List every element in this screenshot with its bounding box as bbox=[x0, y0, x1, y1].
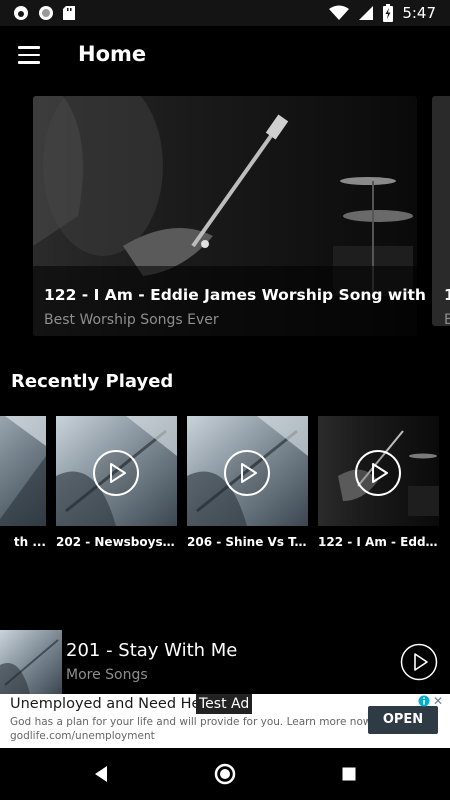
page-title: Home bbox=[78, 42, 147, 66]
recent-item-label: 122 - I Am - Edd... bbox=[318, 535, 439, 549]
status-time: 5:47 bbox=[402, 4, 436, 22]
mini-player-thumbnail bbox=[0, 630, 62, 694]
play-circle-icon[interactable] bbox=[354, 449, 402, 497]
record-icon bbox=[39, 6, 53, 20]
home-icon[interactable] bbox=[214, 763, 236, 785]
recent-item[interactable]: 202 - Newsboys ... bbox=[56, 416, 177, 556]
recent-item[interactable]: 122 - I Am - Edd... bbox=[318, 416, 439, 556]
featured-title: 122 - I Am - Eddie James Worship Song wi… bbox=[44, 286, 426, 304]
recently-played-list[interactable]: th ... 202 - Newsboys ... 206 - Shine Vs… bbox=[0, 416, 450, 556]
system-nav-bar bbox=[0, 748, 450, 800]
hamburger-menu-icon[interactable] bbox=[18, 46, 42, 66]
back-icon[interactable] bbox=[92, 764, 110, 784]
play-circle-icon[interactable] bbox=[92, 449, 140, 497]
recent-item[interactable]: 206 - Shine Vs T... bbox=[187, 416, 308, 556]
recent-item-label: 202 - Newsboys ... bbox=[56, 535, 177, 549]
close-icon[interactable]: ✕ bbox=[433, 694, 443, 708]
recent-item-label: 206 - Shine Vs T... bbox=[187, 535, 308, 549]
featured-subtitle: Best Worship Songs Ever bbox=[44, 312, 219, 328]
battery-charging-icon bbox=[383, 4, 394, 22]
app-bar: Home bbox=[0, 26, 450, 88]
ad-url[interactable]: godlife.com/unemployment bbox=[10, 730, 155, 742]
mini-player[interactable]: 201 - Stay With Me More Songs bbox=[0, 630, 450, 694]
play-circle-icon[interactable] bbox=[223, 449, 271, 497]
ad-open-button[interactable]: OPEN bbox=[368, 706, 438, 734]
recents-icon[interactable] bbox=[342, 767, 356, 781]
mini-player-title: 201 - Stay With Me bbox=[66, 640, 238, 661]
section-heading: Recently Played bbox=[11, 371, 174, 392]
featured-card-next[interactable]: 1 B bbox=[432, 96, 450, 336]
featured-title: 1 bbox=[444, 286, 450, 304]
status-bar: 5:47 bbox=[0, 0, 450, 26]
recent-item-label: th ... bbox=[13, 535, 46, 549]
recent-thumbnail bbox=[0, 416, 46, 526]
ad-headline[interactable]: Unemployed and Need Help bbox=[10, 696, 214, 712]
signal-icon bbox=[359, 6, 374, 20]
ad-body: God has a plan for your life and will pr… bbox=[10, 716, 374, 728]
info-icon[interactable] bbox=[418, 695, 430, 707]
recent-item[interactable]: th ... bbox=[0, 416, 46, 556]
ad-banner[interactable]: Unemployed and Need Help Test Ad God has… bbox=[0, 694, 450, 748]
sd-card-icon bbox=[63, 6, 75, 20]
app-notification-icon bbox=[14, 6, 28, 20]
wifi-icon bbox=[329, 5, 350, 20]
test-ad-badge: Test Ad bbox=[196, 694, 253, 714]
featured-subtitle: B bbox=[444, 312, 450, 328]
play-circle-icon[interactable] bbox=[400, 643, 438, 681]
mini-player-subtitle: More Songs bbox=[66, 667, 148, 683]
featured-card[interactable]: 122 - I Am - Eddie James Worship Song wi… bbox=[33, 96, 426, 336]
